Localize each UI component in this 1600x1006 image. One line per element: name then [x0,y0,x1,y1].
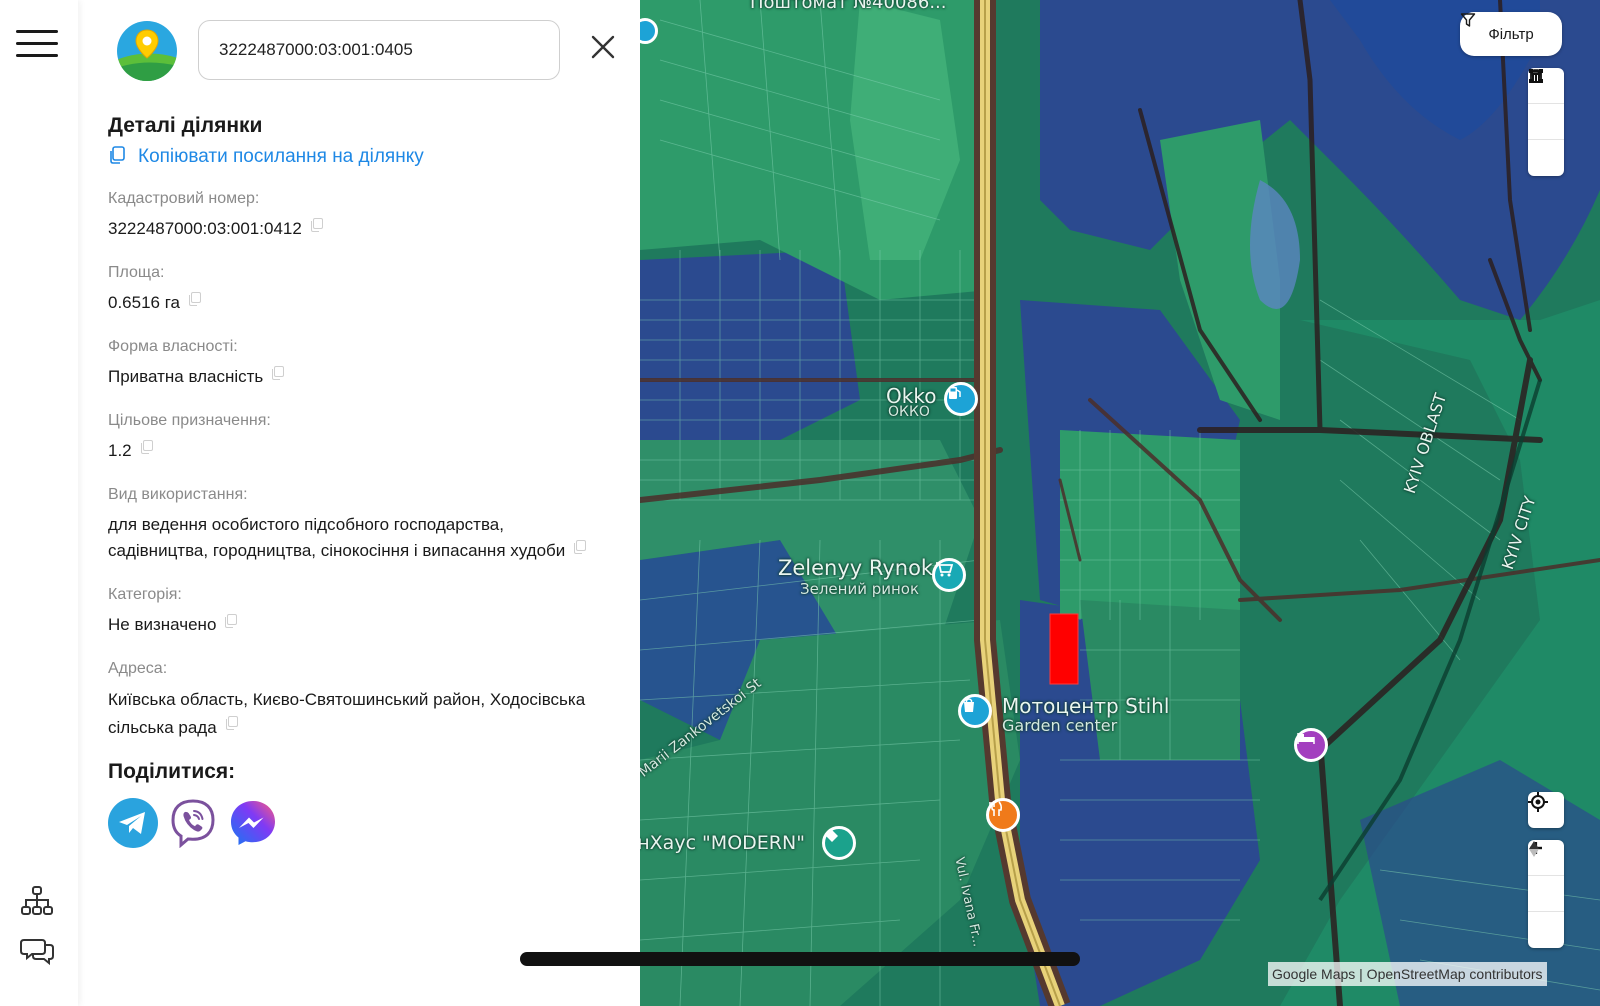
parcel-map-layer[interactable] [640,0,1600,1006]
search-input[interactable] [198,20,560,80]
copy-link-label: Копіювати посилання на ділянку [138,146,424,167]
field-value: для ведення особистого підсобного господ… [108,515,566,560]
zoom-control [1528,840,1564,948]
field-value: Не визначено [108,615,217,634]
close-icon[interactable] [588,32,618,62]
draw-toolbar [1528,68,1564,176]
app-logo-icon [117,21,177,81]
copy-link-button[interactable]: Копіювати посилання на ділянку [108,146,608,168]
map-label-parcel-locker: Поштомат №40086... [750,0,947,13]
restaurant-poi-icon[interactable] [986,798,1020,832]
share-title: Поділитися: [108,760,236,783]
field-label: Форма власності: [108,338,238,355]
copy-icon[interactable] [140,440,153,454]
sitemap-icon[interactable] [20,884,54,918]
field-label: Адреса: [108,660,168,677]
zoom-out-button[interactable] [1528,846,1564,912]
map-label-okko-sub: ОККО [888,404,930,420]
copy-icon[interactable] [225,716,238,730]
selected-parcel[interactable] [1049,613,1079,685]
map-label-zelenyy-rynok: Zelenyy Rynok [778,556,934,580]
compass-icon [1529,841,1539,857]
map-attribution[interactable]: Google Maps | OpenStreetMap contributors [1268,962,1547,986]
crosshair-icon [1528,792,1548,812]
map-label-modern: унХаус "MODERN" [640,832,805,854]
parcel-details: Деталі ділянки Копіювати посилання на ді… [108,114,608,848]
shopping-bag-poi-icon[interactable] [958,694,992,728]
map-label-motocentr-stihl: Мотоцентр Stihl [1002,694,1170,718]
hotel-poi-icon[interactable] [1294,728,1328,762]
compass-button[interactable] [1528,841,1564,948]
telegram-icon[interactable] [108,798,158,848]
copy-icon [110,146,125,164]
field-area: Площа: 0.6516 га [108,264,608,316]
field-ownership: Форма власності: Приватна власність [108,338,608,390]
viber-icon[interactable] [168,798,218,848]
field-purpose: Цільове призначення: 1.2 [108,412,608,464]
field-label: Цільове призначення: [108,412,271,429]
copy-icon[interactable] [271,366,285,380]
field-value: 1.2 [108,441,132,460]
field-usage: Вид використання: для ведення особистого… [108,486,608,564]
share-buttons [108,798,608,848]
funnel-icon [1460,13,1476,27]
shopping-cart-poi-icon[interactable] [932,558,966,592]
field-value: Приватна власність [108,367,264,386]
housing-poi-icon[interactable] [822,826,856,860]
field-label: Площа: [108,264,165,281]
field-label: Кадастровий номер: [108,190,260,207]
messenger-icon[interactable] [228,798,278,848]
field-label: Категорія: [108,586,182,603]
copy-icon[interactable] [188,292,202,306]
draw-polygon-tool[interactable] [1528,69,1564,140]
left-rail [0,0,78,1006]
locate-button[interactable] [1528,792,1564,828]
home-indicator [520,952,1080,966]
filter-button[interactable]: Фільтр [1460,12,1562,56]
map-label-garden-center: Garden center [1002,716,1118,735]
trash-icon [1530,69,1542,83]
field-value: Київська область, Києво-Святошинський ра… [108,690,586,737]
map-label-zelenyy-rynok-sub: Зелений ринок [800,580,920,598]
field-address: Адреса: Київська область, Києво-Святошин… [108,660,608,742]
copy-icon[interactable] [310,218,323,232]
chat-icon[interactable] [20,934,54,968]
delete-drawing-tool[interactable] [1528,69,1564,176]
details-panel: Деталі ділянки Копіювати посилання на ді… [78,0,640,1006]
gas-station-poi-icon[interactable] [944,382,978,416]
details-title: Деталі ділянки [108,114,263,137]
map-view[interactable]: Поштомат №40086... Okko ОККО Zelenyy Ryn… [640,0,1600,1006]
copy-icon[interactable] [573,540,587,554]
field-cadastral-number: Кадастровий номер: 3222487000:03:001:041… [108,190,608,242]
field-value: 0.6516 га [108,293,181,312]
field-value: 3222487000:03:001:0412 [108,219,302,238]
field-category: Категорія: Не визначено [108,586,608,638]
hamburger-icon[interactable] [16,30,58,58]
filter-label: Фільтр [1488,25,1534,43]
copy-icon[interactable] [224,614,238,628]
field-label: Вид використання: [108,486,248,503]
locate-control [1528,792,1564,828]
